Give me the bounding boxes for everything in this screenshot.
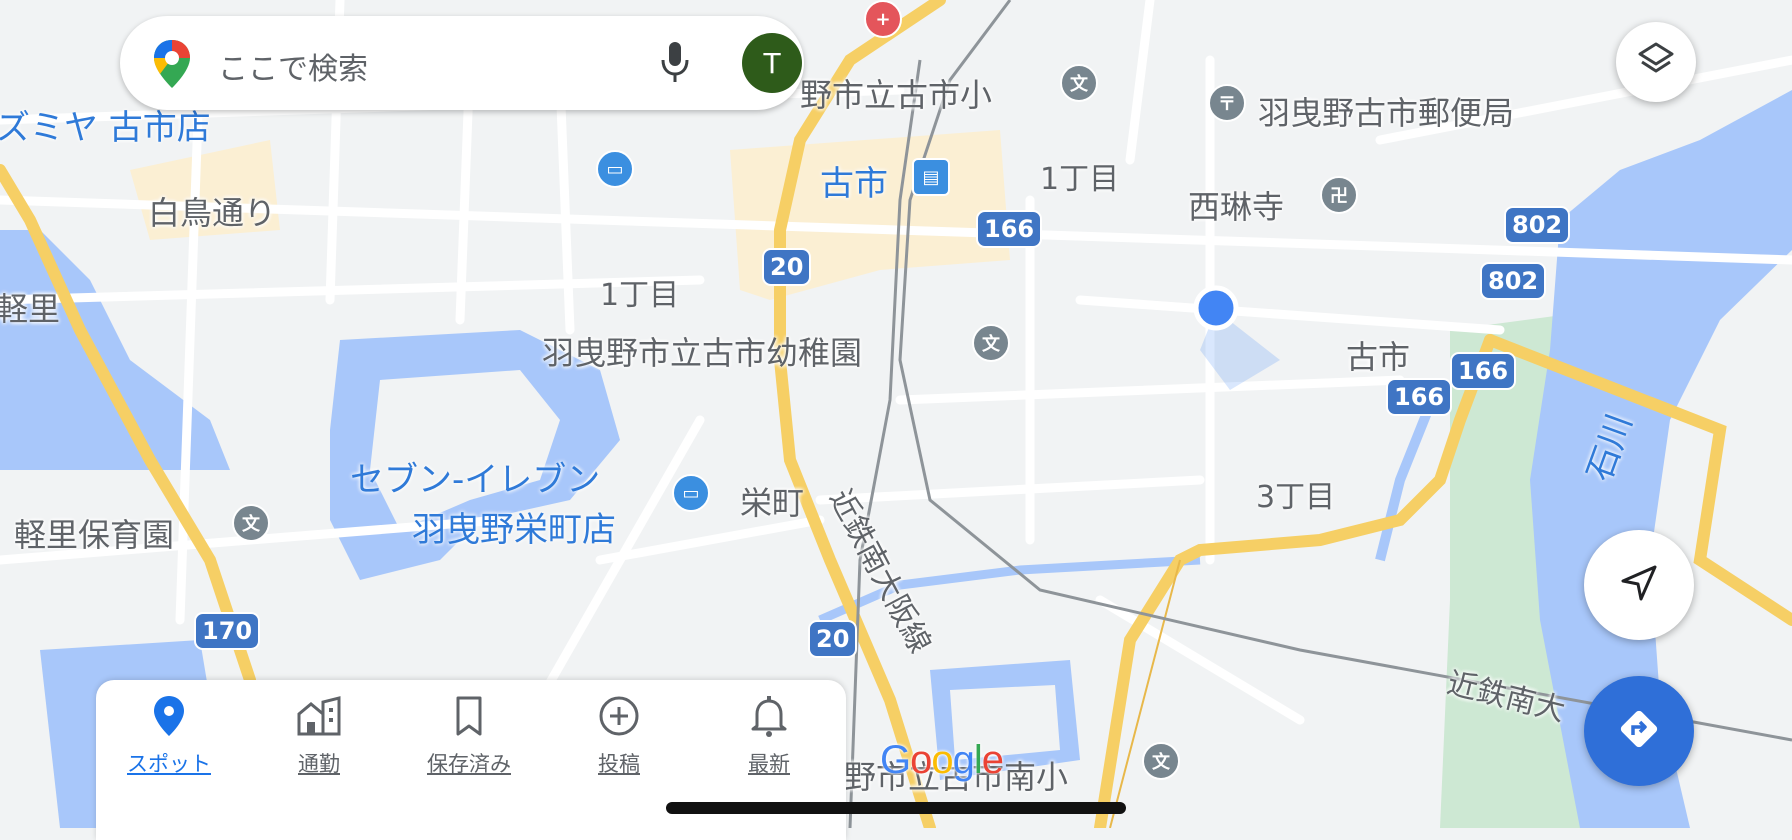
bell-icon [749,696,789,742]
nav-saved[interactable]: 保存済み [409,694,529,778]
location-pin-icon [149,696,189,742]
avatar[interactable]: T [742,33,802,93]
shiratori-label: 白鳥通り [148,194,277,232]
school-icon[interactable]: 文 [1060,64,1098,102]
station-label[interactable]: 古市 [820,156,888,205]
my-location-button[interactable] [1584,530,1694,640]
nav-post-label: 投稿 [598,752,640,776]
route-shield-20: 20 [762,248,812,286]
route-shield-166: 166 [1450,352,1517,390]
navigation-arrow-icon [1619,563,1659,607]
bookmark-icon [449,696,489,742]
station-shop-icon[interactable]: ▭ [596,150,634,188]
furuichi-elementary-label[interactable]: 野市立古市小 [800,70,992,116]
route-shield-166: 166 [1386,378,1453,416]
nav-spot-label: スポット [127,752,211,776]
route-shield-802: 802 [1480,262,1547,300]
microphone-icon[interactable] [660,40,690,90]
nav-post[interactable]: 投稿 [559,694,679,778]
add-circle-icon [597,696,641,742]
school-icon[interactable]: 文 [1142,742,1180,780]
furuichi-district-label: 古市 [1346,338,1411,376]
hospital-icon[interactable]: + [864,0,902,38]
google-maps-logo-icon [152,38,192,94]
route-shield-20: 20 [808,620,858,658]
directions-icon [1615,705,1663,757]
home-indicator [666,802,1126,814]
temple-icon[interactable]: 卍 [1320,176,1358,214]
school-icon[interactable]: 文 [972,324,1010,362]
chome3-label: 3丁目 [1256,480,1336,515]
nav-updates[interactable]: 最新 [709,694,829,778]
karusato-label: 軽里 [0,290,61,328]
kindergarten-label[interactable]: 羽曳野市立古市幼稚園 [542,328,862,374]
school-icon[interactable]: 文 [232,504,270,542]
nav-commute[interactable]: 通勤 [259,694,379,778]
seven-eleven-label-2[interactable]: 羽曳野栄町店 [412,502,616,551]
route-shield-802: 802 [1504,206,1571,244]
bus-station-icon[interactable]: ▤ [912,158,950,196]
sairinji-label[interactable]: 西琳寺 [1188,182,1284,228]
chome1-west-label: 1丁目 [600,278,680,313]
sakaemachi-label: 栄町 [740,484,805,522]
seven-eleven-label-1[interactable]: セブン-イレブン [350,452,600,501]
commute-building-icon [295,696,343,742]
route-shield-166: 166 [976,210,1043,248]
google-logo: Google [880,738,1004,783]
search-input[interactable]: ここで検索 [218,44,368,88]
post-office-icon[interactable]: 〒 [1208,84,1246,122]
layers-icon [1636,40,1676,84]
post-office-label[interactable]: 羽曳野古市郵便局 [1258,88,1514,134]
route-shield-170: 170 [194,612,261,650]
nav-spot[interactable]: スポット [109,694,229,778]
nav-commute-label: 通勤 [298,752,340,776]
nav-updates-label: 最新 [748,752,790,776]
layers-button[interactable] [1616,22,1696,102]
convenience-store-icon[interactable]: ▭ [672,474,710,512]
bottom-navigation: スポット 通勤 保存済み 投稿 最新 [96,680,846,840]
search-bar[interactable]: ここで検索 T [120,16,804,110]
chome1-north-label: 1丁目 [1040,162,1120,197]
nav-saved-label: 保存済み [427,752,511,776]
directions-button[interactable] [1584,676,1694,786]
nursery-label[interactable]: 軽里保育園 [14,510,174,556]
google-logo-text: Google [880,738,1004,782]
